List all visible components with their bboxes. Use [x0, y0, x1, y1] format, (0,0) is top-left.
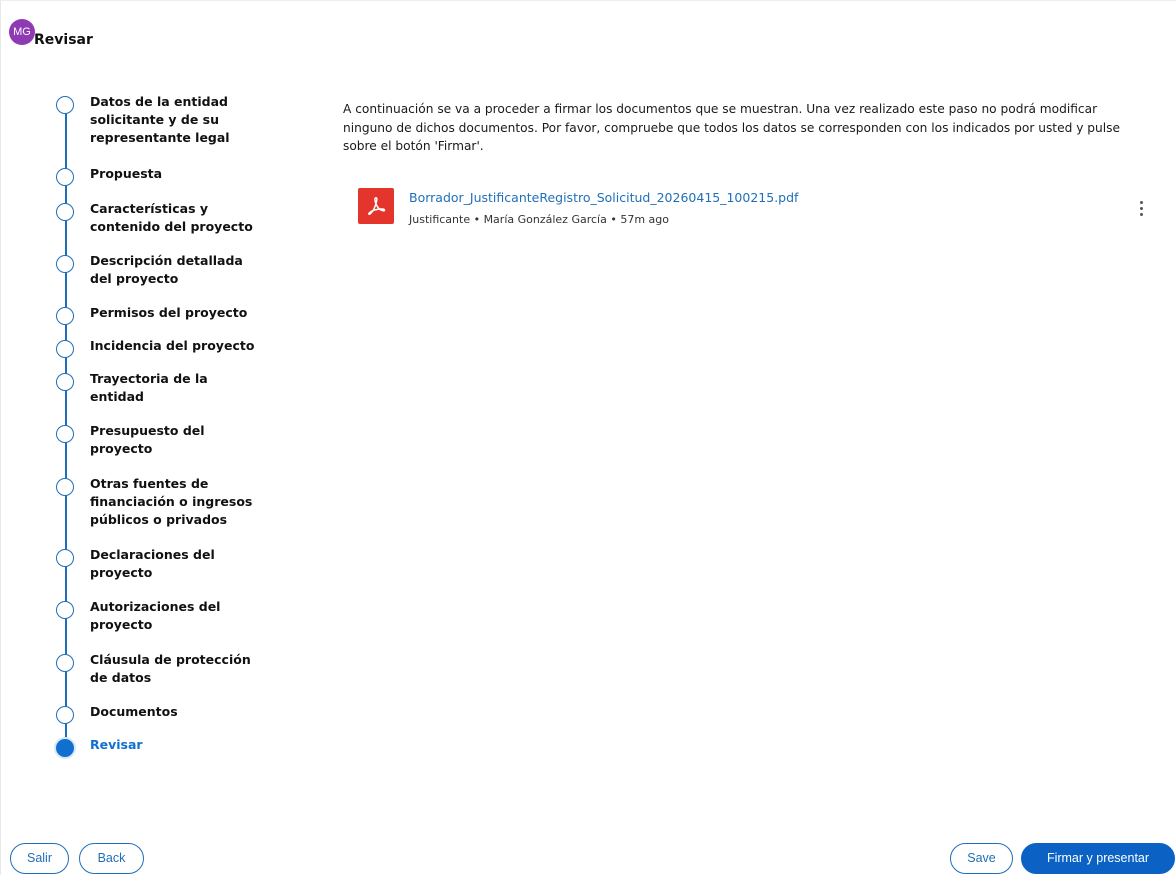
- step-label: Autorizaciones del proyecto: [90, 599, 221, 632]
- page-title: Revisar: [34, 32, 93, 48]
- step-circle-icon: [56, 425, 74, 443]
- step-propuesta[interactable]: Propuesta: [56, 165, 296, 186]
- step-label: Descripción detallada del proyecto: [90, 253, 243, 286]
- step-declaraciones[interactable]: Declaraciones del proyecto: [56, 546, 296, 582]
- step-trayectoria[interactable]: Trayectoria de la entidad: [56, 370, 296, 406]
- step-circle-icon: [56, 549, 74, 567]
- save-button[interactable]: Save: [950, 843, 1013, 874]
- step-circle-icon: [56, 340, 74, 358]
- step-circle-icon: [56, 706, 74, 724]
- document-item: Borrador_JustificanteRegistro_Solicitud_…: [358, 188, 1148, 228]
- exit-button[interactable]: Salir: [10, 843, 69, 874]
- step-descripcion[interactable]: Descripción detallada del proyecto: [56, 252, 296, 288]
- document-link[interactable]: Borrador_JustificanteRegistro_Solicitud_…: [409, 190, 798, 205]
- acrobat-logo-icon: [368, 197, 386, 215]
- step-label: Características y contenido del proyecto: [90, 201, 253, 234]
- step-label: Cláusula de protección de datos: [90, 652, 251, 685]
- step-label: Permisos del proyecto: [90, 305, 248, 320]
- sign-and-submit-button[interactable]: Firmar y presentar: [1021, 843, 1175, 874]
- step-label: Presupuesto del proyecto: [90, 423, 205, 456]
- step-label: Documentos: [90, 704, 178, 719]
- avatar[interactable]: MG: [9, 19, 35, 45]
- document-meta: Justificante • María González García • 5…: [409, 213, 669, 226]
- step-active-circle-icon: [56, 739, 74, 757]
- step-circle-icon: [56, 203, 74, 221]
- step-label: Incidencia del proyecto: [90, 338, 255, 353]
- step-circle-icon: [56, 373, 74, 391]
- step-circle-icon: [56, 96, 74, 114]
- step-circle-icon: [56, 654, 74, 672]
- step-circle-icon: [56, 478, 74, 496]
- step-label: Propuesta: [90, 166, 163, 181]
- step-label: Revisar: [90, 737, 143, 752]
- step-revisar[interactable]: Revisar: [56, 736, 296, 757]
- step-caracteristicas[interactable]: Características y contenido del proyecto: [56, 200, 296, 236]
- more-options-icon[interactable]: [1134, 198, 1148, 218]
- step-autorizaciones[interactable]: Autorizaciones del proyecto: [56, 598, 296, 634]
- step-circle-icon: [56, 601, 74, 619]
- step-label: Declaraciones del proyecto: [90, 547, 215, 580]
- step-incidencia[interactable]: Incidencia del proyecto: [56, 337, 296, 358]
- step-circle-icon: [56, 168, 74, 186]
- instructions-text: A continuación se va a proceder a firmar…: [343, 102, 1120, 153]
- step-otras-fuentes[interactable]: Otras fuentes de financiación o ingresos…: [56, 475, 296, 529]
- step-clausula[interactable]: Cláusula de protección de datos: [56, 651, 296, 687]
- step-documentos[interactable]: Documentos: [56, 703, 296, 724]
- step-circle-icon: [56, 255, 74, 273]
- step-label: Otras fuentes de financiación o ingresos…: [90, 476, 253, 527]
- step-datos-entidad[interactable]: Datos de la entidad solicitante y de su …: [56, 93, 296, 147]
- step-permisos[interactable]: Permisos del proyecto: [56, 304, 296, 325]
- step-label: Datos de la entidad solicitante y de su …: [90, 94, 230, 145]
- step-circle-icon: [56, 307, 74, 325]
- step-presupuesto[interactable]: Presupuesto del proyecto: [56, 422, 296, 458]
- step-label: Trayectoria de la entidad: [90, 371, 208, 404]
- pdf-icon[interactable]: [358, 188, 394, 224]
- back-button[interactable]: Back: [79, 843, 144, 874]
